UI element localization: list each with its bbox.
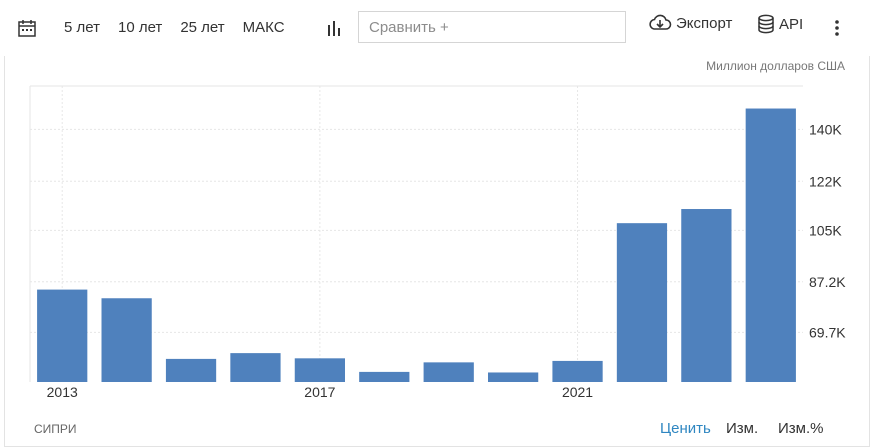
bar-2024: [745, 108, 796, 383]
bar-2023: [681, 209, 732, 382]
bar-2014: [101, 298, 152, 382]
bar-2015: [165, 358, 217, 382]
bar-2013: [37, 289, 88, 382]
bar-2021: [552, 360, 603, 382]
bar-2019: [423, 362, 474, 382]
y-tick-label: 69.7K: [809, 324, 846, 340]
y-tick-label: 140K: [809, 121, 842, 137]
bar-2022: [616, 223, 668, 382]
y-tick-label: 122K: [809, 173, 842, 189]
x-tick-label: 2017: [304, 384, 335, 400]
footer-link-change-percent[interactable]: Изм.%: [778, 420, 823, 437]
bar-chart: 69.7K 87.2K 105K 122K 140K 2013 2017 2021: [29, 85, 846, 400]
bar-2020: [488, 372, 539, 382]
bar-2016: [230, 353, 281, 382]
bar-2017: [294, 358, 345, 382]
footer-link-change[interactable]: Изм.: [726, 420, 758, 437]
x-tick-label: 2013: [47, 384, 78, 400]
y-tick-label: 105K: [809, 222, 842, 238]
source-label: СИПРИ: [34, 422, 77, 436]
footer-link-value[interactable]: Ценить: [660, 420, 711, 437]
bar-2018: [359, 371, 410, 382]
y-tick-label: 87.2K: [809, 274, 846, 290]
x-tick-label: 2021: [562, 384, 593, 400]
